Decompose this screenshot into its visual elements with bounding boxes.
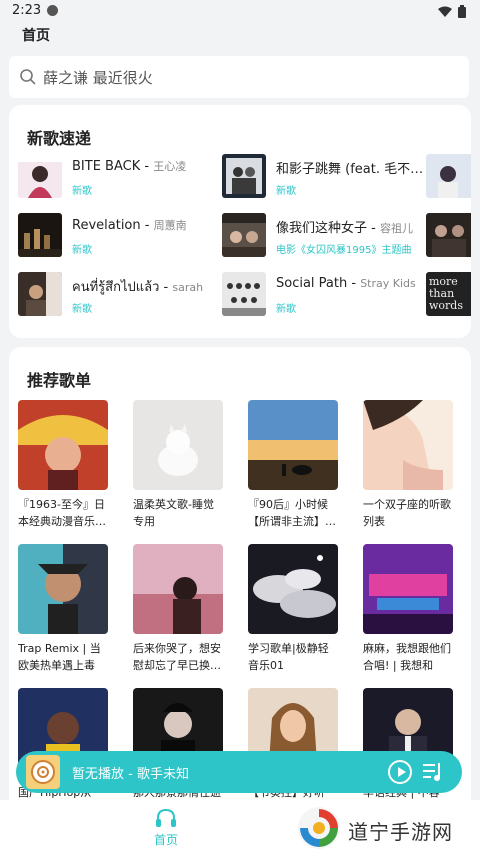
song-item[interactable]: 和影子跳舞 (feat. 毛不… 新歌 (222, 154, 424, 198)
playlist-cover (248, 400, 338, 490)
search-icon (20, 69, 36, 85)
playlist-cover (18, 544, 108, 634)
song-item[interactable]: Revelation - 周蕙南 新歌 (18, 213, 218, 257)
song-tag: 新歌 (72, 186, 92, 197)
status-icons (438, 5, 466, 18)
song-cover (222, 213, 266, 257)
playlist-name: 麻麻，我想跟他们合唱! | 我想和你… (363, 642, 451, 672)
song-title: Social Path - Stray Kids (276, 276, 416, 291)
song-tag: 新歌 (276, 304, 296, 315)
watermark-logo-icon (298, 807, 340, 849)
watermark-text: 道宁手游网 (348, 820, 453, 844)
song-cover (18, 154, 62, 198)
song-cover (222, 154, 266, 198)
status-time: 2:23 (12, 3, 42, 18)
playlist-name: 『90后』小时候【所谓非主流】… (248, 498, 336, 528)
search-placeholder: 薛之谦 最近很火 (43, 68, 153, 87)
song-title: 和影子跳舞 (feat. 毛不… (276, 162, 424, 177)
song-item[interactable]: 像我们这种女子 - 容祖儿 电影《女囚风暴1995》主题曲 (222, 213, 422, 257)
album-disc-icon (26, 755, 60, 789)
new-songs-section: 新歌速递 BITE BACK - 王心凌 新歌 和影子跳舞 (feat. 毛不…… (9, 105, 471, 338)
status-bar: 2:23 (0, 0, 480, 24)
song-tag: 新歌 (72, 245, 92, 256)
cover-text: more than words (429, 275, 463, 312)
song-title: BITE BACK - 王心凌 (72, 159, 187, 174)
playlist-card[interactable]: 麻麻，我想跟他们合唱! | 我想和你… (363, 544, 453, 674)
site-watermark: 道宁手游网 (296, 806, 476, 850)
playlist-cover (363, 400, 453, 490)
playlist-card[interactable]: Trap Remix | 当欧美热单遇上毒性… (18, 544, 108, 674)
playlist-name: 『1963-至今』日本经典动漫音乐… (18, 498, 106, 528)
playlist-card[interactable]: 后来你哭了，想安慰却忘了早已换… (133, 544, 223, 674)
notification-icon (47, 5, 58, 16)
search-input[interactable]: 薛之谦 最近很火 (9, 56, 469, 98)
song-tag: 新歌 (276, 186, 296, 197)
song-item[interactable]: BITE BACK - 王心凌 新歌 (18, 154, 218, 198)
playlists-section: 推荐歌单 『1963-至今』日本经典动漫音乐… 温柔英文歌-睡觉专用 『90后』… (9, 347, 471, 807)
song-item[interactable]: คนที่รู้สึกไปแล้ว - sarah 新歌 (18, 272, 218, 316)
mini-player[interactable]: 暂无播放 - 歌手未知 (16, 751, 462, 793)
song-tag: 电影《女囚风暴1995》主题曲 (276, 245, 412, 256)
song-cover (18, 213, 62, 257)
playlist-name: 温柔英文歌-睡觉专用 (133, 498, 214, 528)
playlist-card[interactable]: 『1963-至今』日本经典动漫音乐… (18, 400, 108, 530)
playlist-cover (248, 544, 338, 634)
page-title: 首页 (22, 28, 50, 44)
battery-icon (458, 5, 466, 18)
playlist-card[interactable]: 温柔英文歌-睡觉专用 (133, 400, 223, 530)
playlist-card[interactable]: 一个双子座的听歌列表 (363, 400, 453, 530)
song-cover (18, 272, 62, 316)
song-item[interactable]: Social Path - Stray Kids 新歌 (222, 272, 422, 316)
playlist-cover (363, 544, 453, 634)
playlist-card[interactable]: 『90后』小时候【所谓非主流】… (248, 400, 338, 530)
section-title-new-songs: 新歌速递 (27, 129, 92, 148)
playlist-cover (133, 544, 223, 634)
playlist-icon[interactable] (421, 761, 443, 783)
section-title-playlists: 推荐歌单 (27, 371, 92, 390)
song-cover (222, 272, 266, 316)
player-status-text: 暂无播放 - 歌手未知 (72, 767, 189, 782)
song-cover-partial[interactable] (426, 154, 471, 198)
song-title: 像我们这种女子 - 容祖儿 (276, 221, 413, 236)
playlist-name: 一个双子座的听歌列表 (363, 498, 451, 528)
nav-home[interactable]: 首页 (149, 808, 183, 848)
playlist-name: 学习歌单|极静轻音乐01 (248, 642, 329, 672)
song-tag: 新歌 (72, 304, 92, 315)
playlist-name: 后来你哭了，想安慰却忘了早已换… (133, 642, 221, 672)
song-cover-partial[interactable] (426, 213, 471, 257)
playlist-cover (133, 400, 223, 490)
wifi-icon (438, 6, 452, 17)
playlist-cover (18, 400, 108, 490)
headphones-icon (156, 808, 176, 827)
playlist-card[interactable]: 学习歌单|极静轻音乐01 (248, 544, 338, 674)
song-title: Revelation - 周蕙南 (72, 218, 187, 233)
play-icon[interactable] (388, 760, 412, 784)
playlist-name: Trap Remix | 当欧美热单遇上毒性… (18, 642, 101, 672)
nav-home-label: 首页 (153, 833, 178, 847)
song-title: คนที่รู้สึกไปแล้ว - sarah (72, 280, 204, 295)
song-cover-partial[interactable]: more than words (426, 272, 471, 316)
